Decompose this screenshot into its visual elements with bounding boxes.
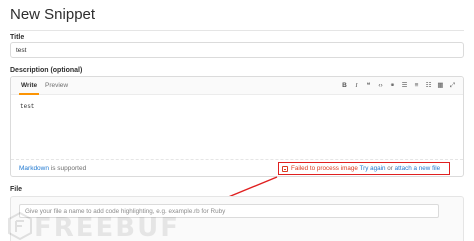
watermark-text: FREEBUF <box>34 213 180 241</box>
watermark-logo-icon <box>8 212 32 240</box>
watermark: FREEBUF <box>8 212 178 241</box>
file-label: File <box>10 186 23 193</box>
